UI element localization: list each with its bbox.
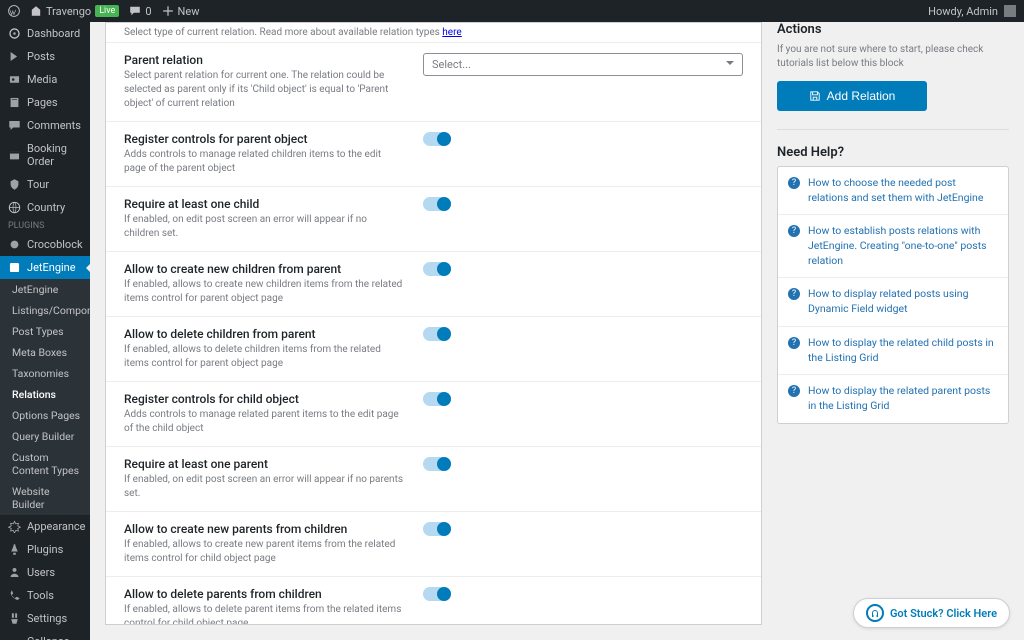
live-badge: Live <box>95 5 119 17</box>
parent-relation-select[interactable]: Select... <box>423 53 743 76</box>
setting-row: Parent relation Select parent relation fo… <box>106 43 761 122</box>
setting-desc: If enabled, on edit post screen an error… <box>124 213 403 241</box>
help-box: Need Help? ? How to choose the needed pos… <box>777 145 1009 424</box>
toggle-allow-to-create-new-parents-from-children[interactable] <box>423 522 451 536</box>
help-link[interactable]: How to display the related parent posts … <box>808 384 998 413</box>
toggle-require-at-least-one-child[interactable] <box>423 197 451 211</box>
help-title: Need Help? <box>777 145 1009 160</box>
setting-row: Allow to create new parents from childre… <box>106 512 761 577</box>
help-link[interactable]: How to choose the needed post relations … <box>808 176 998 205</box>
menu-dashboard[interactable]: Dashboard <box>0 22 90 45</box>
site-name[interactable]: TravengoLive <box>30 5 119 18</box>
toggle-allow-to-delete-children-from-parent[interactable] <box>423 327 451 341</box>
setting-desc: If enabled, allows to create new childre… <box>124 278 403 306</box>
toggle-register-controls-for-child-object[interactable] <box>423 392 451 406</box>
setting-row: Require at least one parent If enabled, o… <box>106 447 761 512</box>
got-stuck-button[interactable]: Got Stuck? Click Here <box>853 598 1010 628</box>
submenu-custom-content-types[interactable]: Custom Content Types <box>0 447 90 481</box>
menu-tour[interactable]: Tour <box>0 173 90 196</box>
menu-appearance[interactable]: Appearance <box>0 515 90 538</box>
headset-icon <box>866 604 884 622</box>
admin-bar: TravengoLive 0 New Howdy, Admin <box>0 0 1024 22</box>
toggle-register-controls-for-parent-object[interactable] <box>423 132 451 146</box>
avatar <box>1004 5 1016 17</box>
submenu-relations[interactable]: Relations <box>0 384 90 405</box>
menu-pages[interactable]: Pages <box>0 91 90 114</box>
submenu-query-builder[interactable]: Query Builder <box>0 426 90 447</box>
help-link[interactable]: How to display the related child posts i… <box>808 336 998 365</box>
menu-booking-order[interactable]: Booking Order <box>0 137 90 173</box>
menu-country[interactable]: Country <box>0 196 90 219</box>
settings-panel: Select type of current relation. Read mo… <box>105 22 762 625</box>
question-icon: ? <box>788 288 800 300</box>
menu-comments[interactable]: Comments <box>0 114 90 137</box>
new-link[interactable]: New <box>162 5 200 18</box>
menu-crocoblock[interactable]: Crocoblock <box>0 233 90 256</box>
setting-title: Register controls for parent object <box>124 132 403 146</box>
setting-title: Allow to delete children from parent <box>124 327 403 341</box>
setting-desc: If enabled, allows to delete parent item… <box>124 603 403 625</box>
plugins-header: PLUGINS <box>0 219 90 233</box>
setting-title: Allow to create new parents from childre… <box>124 522 403 536</box>
actions-sub: If you are not sure where to start, plea… <box>777 43 1009 71</box>
setting-row: Register controls for parent object Adds … <box>106 122 761 187</box>
menu-posts[interactable]: Posts <box>0 45 90 68</box>
setting-title: Parent relation <box>124 53 403 67</box>
submenu-jetengine[interactable]: JetEngine <box>0 279 90 300</box>
actions-box: Actions If you are not sure where to sta… <box>777 22 1009 111</box>
submenu-meta-boxes[interactable]: Meta Boxes <box>0 342 90 363</box>
setting-desc: Select parent relation for current one. … <box>124 69 403 111</box>
help-item: ? How to display the related child posts … <box>778 327 1008 375</box>
submenu-post-types[interactable]: Post Types <box>0 321 90 342</box>
actions-title: Actions <box>777 22 1009 37</box>
toggle-require-at-least-one-parent[interactable] <box>423 457 451 471</box>
setting-title: Require at least one child <box>124 197 403 211</box>
setting-row: Allow to delete children from parent If e… <box>106 317 761 382</box>
setting-desc: If enabled, allows to delete children it… <box>124 343 403 371</box>
question-icon: ? <box>788 225 800 237</box>
setting-desc: If enabled, on edit post screen an error… <box>124 473 403 501</box>
add-relation-button[interactable]: Add Relation <box>777 81 927 111</box>
comments-link[interactable]: 0 <box>129 5 151 18</box>
submenu-options-pages[interactable]: Options Pages <box>0 405 90 426</box>
wp-logo[interactable] <box>8 5 20 17</box>
setting-desc: Adds controls to manage related parent i… <box>124 408 403 436</box>
user-menu[interactable]: Howdy, Admin <box>928 5 1016 18</box>
setting-title: Register controls for child object <box>124 392 403 406</box>
menu-settings[interactable]: Settings <box>0 607 90 630</box>
submenu-taxonomies[interactable]: Taxonomies <box>0 363 90 384</box>
setting-title: Allow to delete parents from children <box>124 587 403 601</box>
relation-type-desc: Select type of current relation. Read mo… <box>124 27 462 38</box>
question-icon: ? <box>788 177 800 189</box>
setting-desc: Adds controls to manage related children… <box>124 148 403 176</box>
menu-tools[interactable]: Tools <box>0 584 90 607</box>
toggle-allow-to-create-new-children-from-parent[interactable] <box>423 262 451 276</box>
submenu-listings-components[interactable]: Listings/Components <box>0 300 90 321</box>
menu-jetengine[interactable]: JetEngine <box>0 256 90 279</box>
save-icon <box>809 90 821 102</box>
here-link[interactable]: here <box>442 27 461 38</box>
question-icon: ? <box>788 385 800 397</box>
question-icon: ? <box>788 337 800 349</box>
help-item: ? How to establish posts relations with J… <box>778 215 1008 278</box>
menu-plugins[interactable]: Plugins <box>0 538 90 561</box>
setting-row: Require at least one child If enabled, on… <box>106 187 761 252</box>
setting-row: Register controls for child object Adds c… <box>106 382 761 447</box>
admin-sidebar: DashboardPostsMediaPagesCommentsBooking … <box>0 22 90 640</box>
menu-media[interactable]: Media <box>0 68 90 91</box>
menu-collapse-menu[interactable]: Collapse menu <box>0 630 90 640</box>
help-item: ? How to choose the needed post relations… <box>778 167 1008 215</box>
setting-row: Allow to delete parents from children If … <box>106 577 761 625</box>
help-item: ? How to display related posts using Dyna… <box>778 278 1008 326</box>
help-link[interactable]: How to establish posts relations with Je… <box>808 224 998 268</box>
submenu-website-builder[interactable]: Website Builder <box>0 481 90 515</box>
help-link[interactable]: How to display related posts using Dynam… <box>808 287 998 316</box>
toggle-allow-to-delete-parents-from-children[interactable] <box>423 587 451 601</box>
menu-users[interactable]: Users <box>0 561 90 584</box>
setting-row: Allow to create new children from parent… <box>106 252 761 317</box>
setting-title: Allow to create new children from parent <box>124 262 403 276</box>
setting-desc: If enabled, allows to create new parent … <box>124 538 403 566</box>
help-item: ? How to display the related parent posts… <box>778 375 1008 422</box>
setting-title: Require at least one parent <box>124 457 403 471</box>
